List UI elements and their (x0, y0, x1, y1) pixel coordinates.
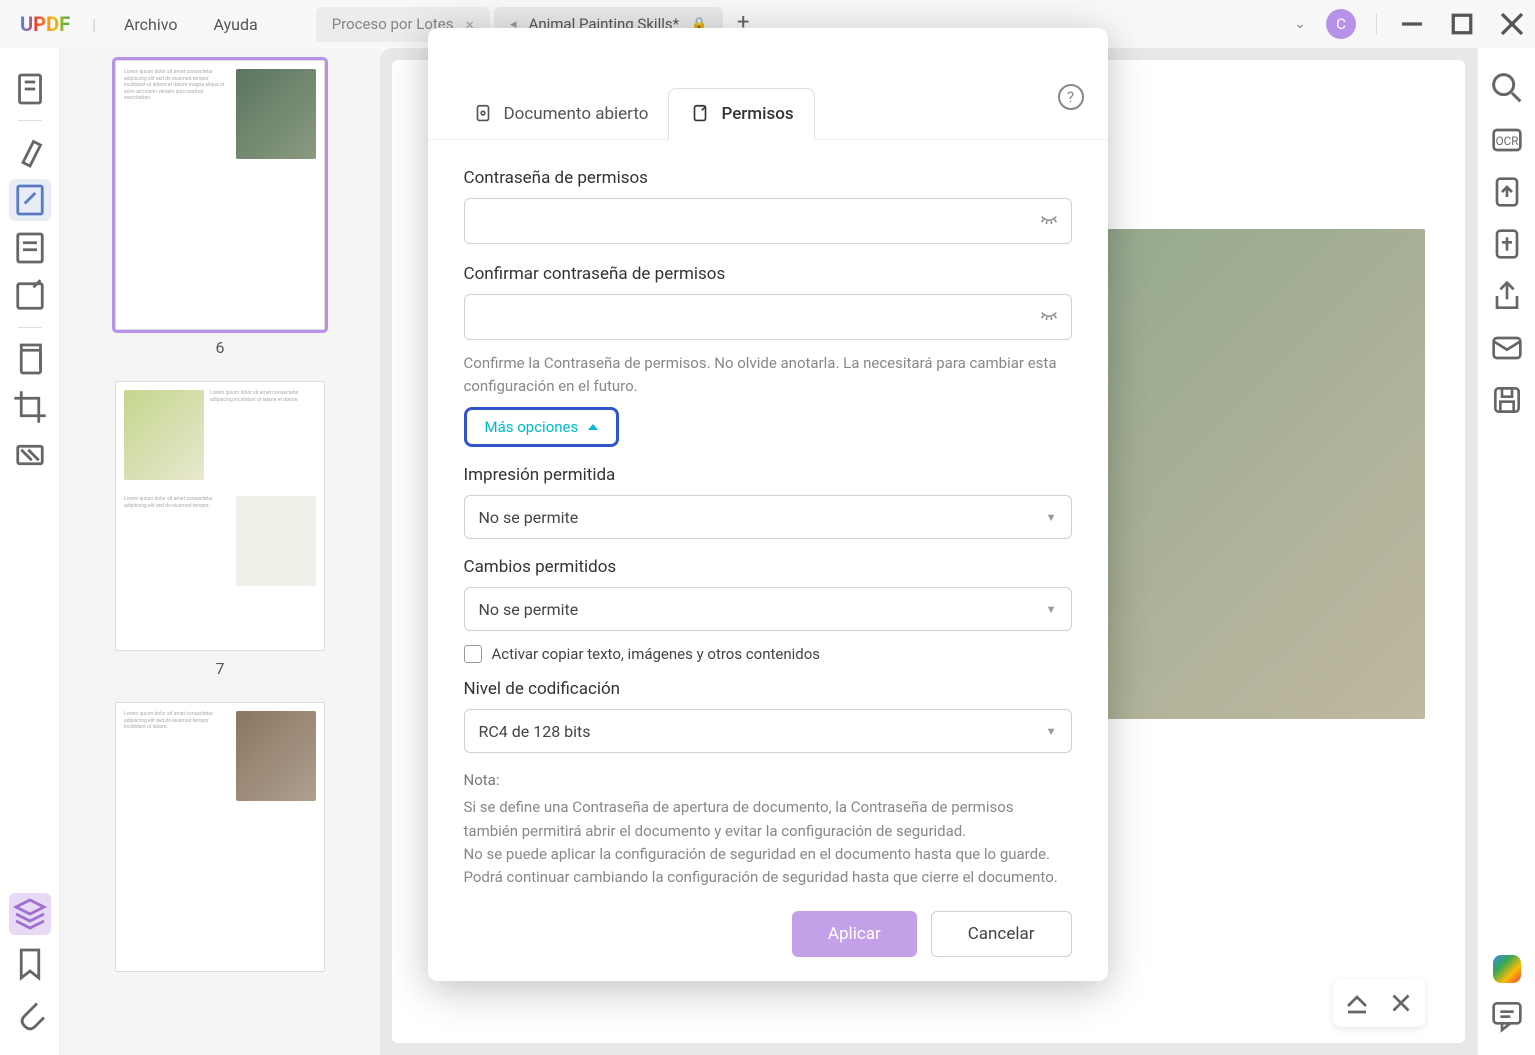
note-heading: Nota: (464, 769, 1072, 792)
printing-select[interactable]: No se permite ▼ (464, 495, 1072, 539)
checkbox[interactable] (464, 645, 482, 663)
cancel-button[interactable]: Cancelar (931, 911, 1072, 957)
changes-label: Cambios permitidos (464, 557, 1072, 577)
select-value: No se permite (479, 600, 579, 619)
select-value: RC4 de 128 bits (479, 722, 591, 741)
caret-down-icon: ▼ (1046, 603, 1057, 616)
note-text: Si se define una Contraseña de apertura … (464, 796, 1072, 843)
printing-label: Impresión permitida (464, 465, 1072, 485)
modal-overlay: ? Documento abierto Permisos Contraseña … (0, 0, 1535, 1055)
apply-button[interactable]: Aplicar (792, 911, 917, 957)
note-text: No se puede aplicar la configuración de … (464, 843, 1072, 890)
caret-down-icon: ▼ (1046, 511, 1057, 524)
edit-document-icon (689, 103, 711, 125)
dialog-footer: Aplicar Cancelar (428, 889, 1108, 957)
confirm-password-input[interactable] (464, 294, 1072, 340)
caret-down-icon: ▼ (1046, 725, 1057, 738)
dialog-body: Contraseña de permisos Confirmar contras… (428, 140, 1108, 753)
tab-label: Permisos (721, 104, 793, 124)
eye-closed-icon[interactable] (1038, 304, 1060, 331)
changes-select[interactable]: No se permite ▼ (464, 587, 1072, 631)
encoding-label: Nivel de codificación (464, 679, 1072, 699)
eye-closed-icon[interactable] (1038, 208, 1060, 235)
permissions-dialog: ? Documento abierto Permisos Contraseña … (428, 28, 1108, 981)
tab-label: Documento abierto (504, 104, 649, 124)
caret-up-icon (588, 424, 598, 430)
confirm-hint: Confirme la Contraseña de permisos. No o… (464, 352, 1072, 397)
more-options-label: Más opciones (485, 418, 579, 436)
note-section: Nota: Si se define una Contraseña de ape… (428, 753, 1108, 889)
help-icon[interactable]: ? (1058, 84, 1084, 110)
document-icon (472, 103, 494, 125)
copy-checkbox-row[interactable]: Activar copiar texto, imágenes y otros c… (464, 645, 1072, 663)
dialog-tabs: Documento abierto Permisos (428, 88, 1108, 140)
password-label: Contraseña de permisos (464, 168, 1072, 188)
checkbox-label: Activar copiar texto, imágenes y otros c… (492, 645, 821, 663)
more-options-toggle[interactable]: Más opciones (464, 407, 620, 447)
confirm-password-label: Confirmar contraseña de permisos (464, 264, 1072, 284)
select-value: No se permite (479, 508, 579, 527)
tab-documento-abierto[interactable]: Documento abierto (452, 88, 669, 139)
encoding-select[interactable]: RC4 de 128 bits ▼ (464, 709, 1072, 753)
permissions-password-input[interactable] (464, 198, 1072, 244)
tab-permisos[interactable]: Permisos (668, 88, 814, 140)
